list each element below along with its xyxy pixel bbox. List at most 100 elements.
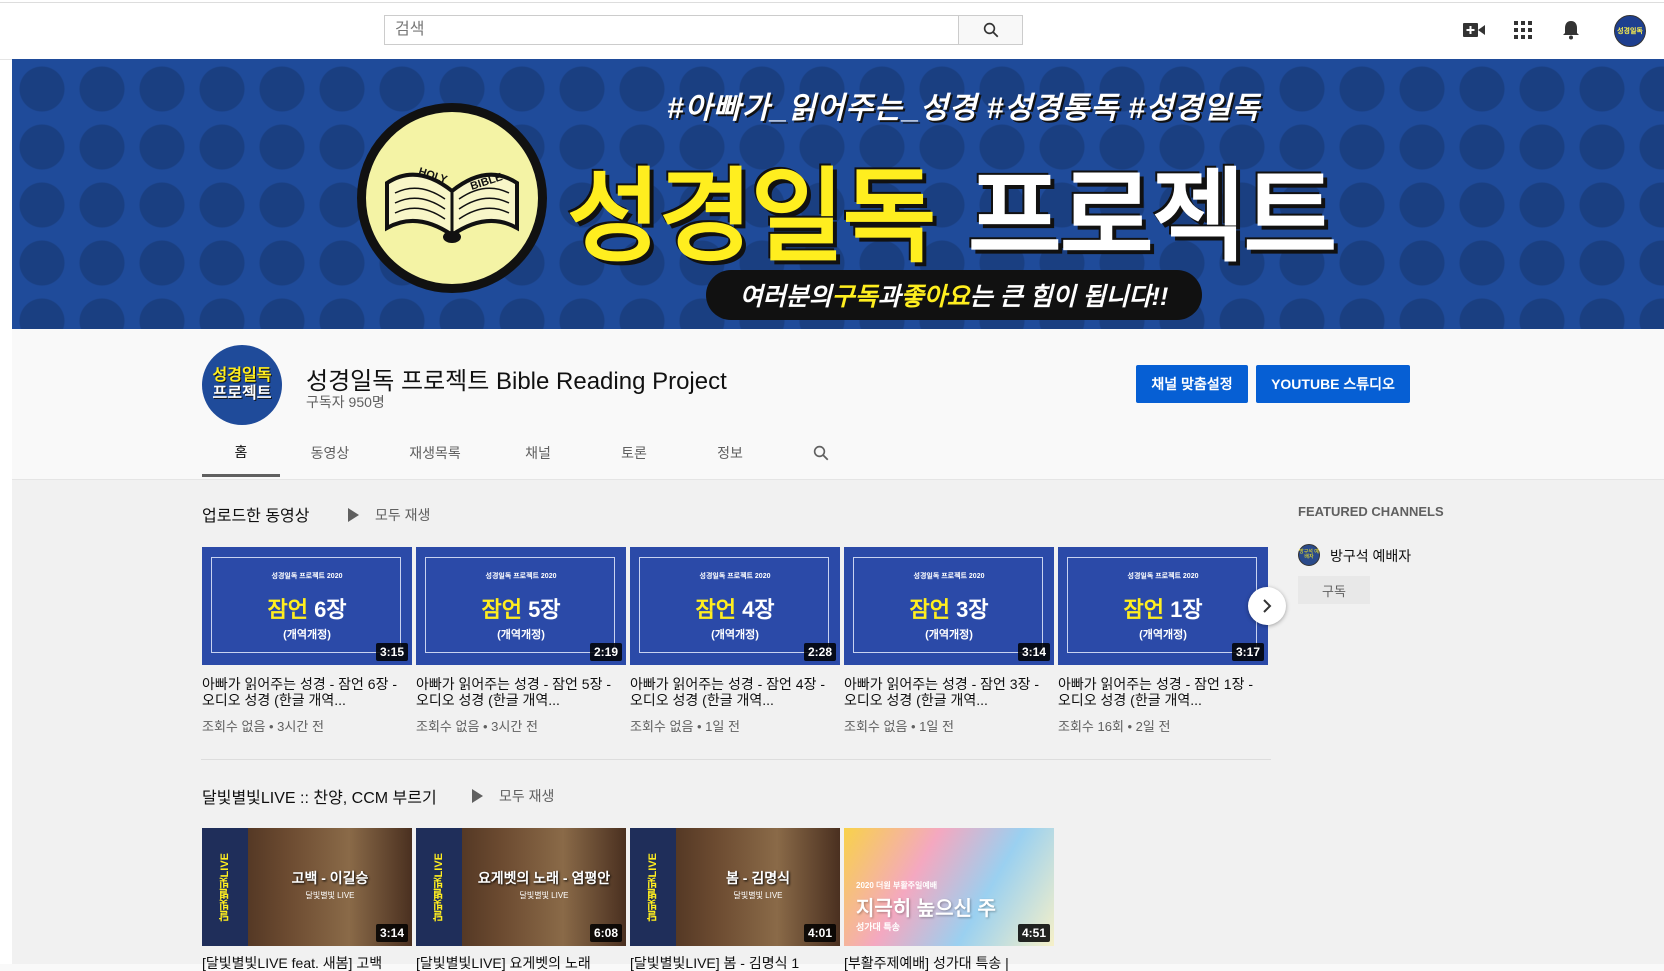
search-box[interactable]	[384, 15, 959, 45]
video-title[interactable]: 아빠가 읽어주는 성경 - 잠언 3장 - 오디오 성경 (한글 개역...	[844, 676, 1044, 708]
channel-avatar[interactable]: 성경일독 프로젝트	[202, 345, 282, 425]
video-thumbnail[interactable]: 성경일독 프로젝트 2020 잠언 1장 (개역개정) 3:17	[1058, 547, 1268, 665]
live-play-all[interactable]: 모두 재생	[472, 786, 554, 806]
tab-home[interactable]: 홈	[202, 429, 280, 477]
uploads-play-all-label: 모두 재생	[375, 507, 431, 523]
tab-discussion[interactable]: 토론	[586, 429, 682, 477]
thumb-subtitle: (개역개정)	[283, 629, 331, 641]
video-duration: 4:01	[803, 924, 836, 942]
thumb-chapter: 5장	[528, 597, 561, 622]
thumb-side-banner: 달빛별빛LIVE	[416, 828, 462, 946]
thumb-chapter: 1장	[1170, 597, 1203, 622]
thumb-song-sub: 달빛별빛 LIVE	[733, 891, 783, 900]
bible-book-icon: HOLY BIBLE	[357, 103, 547, 293]
channel-search-tab[interactable]	[778, 429, 864, 477]
tab-playlists[interactable]: 재생목록	[380, 429, 490, 477]
play-icon	[472, 789, 483, 803]
featured-channels-title: FEATURED CHANNELS	[1298, 504, 1444, 519]
video-thumbnail[interactable]: 성경일독 프로젝트 2020 잠언 4장 (개역개정) 2:28	[630, 547, 840, 665]
channel-header: 성경일독 프로젝트 성경일독 프로젝트 Bible Reading Project…	[12, 329, 1664, 479]
video-title[interactable]: [달빛별빛LIVE] 봄 - 김명식 1	[630, 955, 830, 971]
search-button[interactable]	[959, 15, 1023, 45]
thumb-song-sub: 달빛별빛 LIVE	[519, 891, 569, 900]
search-input[interactable]	[385, 16, 958, 44]
shelf-next-button[interactable]	[1248, 587, 1286, 625]
video-title[interactable]: 아빠가 읽어주는 성경 - 잠언 1장 - 오디오 성경 (한글 개역...	[1058, 676, 1258, 708]
featured-avatar-text: 방구석 예배자	[1299, 549, 1319, 560]
video-duration: 3:15	[375, 643, 408, 661]
thumb-book: 잠언	[267, 597, 308, 622]
tab-videos[interactable]: 동영상	[280, 429, 380, 477]
video-meta: 조회수 없음 • 3시간 전	[416, 719, 538, 734]
youtube-studio-button[interactable]: YOUTUBE 스튜디오	[1256, 365, 1410, 403]
video-thumbnail[interactable]: 달빛별빛LIVE 봄 - 김명식 달빛별빛 LIVE 4:01	[630, 828, 840, 946]
thumb-subtitle: (개역개정)	[925, 629, 973, 641]
thumb-subtitle: (개역개정)	[711, 629, 759, 641]
video-thumbnail[interactable]: 성경일독 프로젝트 2020 잠언 5장 (개역개정) 2:19	[416, 547, 626, 665]
thumb-song-sub: 성가대 특송	[856, 922, 900, 932]
thumb-chapter: 6장	[314, 597, 347, 622]
video-title[interactable]: [달빛별빛LIVE feat. 새봄] 고백	[202, 955, 402, 971]
customize-channel-button[interactable]: 채널 맞춤설정	[1136, 365, 1248, 403]
thumb-subtitle: (개역개정)	[497, 629, 545, 641]
thumb-header: 성경일독 프로젝트 2020	[271, 573, 343, 580]
video-thumbnail[interactable]: 2020 더원 부활주일예배 지극히 높으신 주 성가대 특송 4:51	[844, 828, 1054, 946]
featured-subscribe-button[interactable]: 구독	[1298, 576, 1370, 604]
apps-grid-icon[interactable]	[1511, 18, 1535, 42]
tab-channels[interactable]: 채널	[490, 429, 586, 477]
video-title[interactable]: 아빠가 읽어주는 성경 - 잠언 6장 - 오디오 성경 (한글 개역...	[202, 676, 402, 708]
video-duration: 6:08	[589, 924, 622, 942]
featured-channel-avatar[interactable]: 방구석 예배자	[1298, 544, 1320, 566]
video-title[interactable]: 아빠가 읽어주는 성경 - 잠언 4장 - 오디오 성경 (한글 개역...	[630, 676, 830, 708]
video-duration: 4:51	[1017, 924, 1050, 942]
uploads-shelf-title[interactable]: 업로드한 동영상	[202, 502, 310, 526]
account-avatar[interactable]: 성경일독	[1614, 15, 1646, 47]
thumb-title: 잠언 1장	[1058, 592, 1268, 624]
video-meta: 조회수 없음 • 3시간 전	[202, 719, 324, 734]
video-title[interactable]: 아빠가 읽어주는 성경 - 잠언 5장 - 오디오 성경 (한글 개역...	[416, 676, 616, 708]
video-title[interactable]: [부활주제예배] 성가대 특송 |	[844, 955, 1044, 971]
shelf-divider	[201, 759, 1271, 760]
video-thumbnail[interactable]: 성경일독 프로젝트 2020 잠언 3장 (개역개정) 3:14	[844, 547, 1054, 665]
subscriber-count: 구독자 950명	[306, 394, 385, 410]
thumb-chapter: 4장	[742, 597, 775, 622]
live-shelf-title[interactable]: 달빛별빛LIVE :: 찬양, CCM 부르기	[202, 784, 437, 808]
side-line1: 달빛별빛LIVE	[218, 852, 231, 922]
search-icon	[813, 445, 829, 461]
banner-hashtags: #아빠가_읽어주는_성경 #성경통독 #성경일독	[667, 92, 1261, 125]
video-thumbnail[interactable]: 달빛별빛LIVE 요게벳의 노래 - 염평안 달빛별빛 LIVE 6:08	[416, 828, 626, 946]
channel-avatar-line2: 프로젝트	[212, 385, 272, 402]
side-line1: 달빛별빛LIVE	[432, 852, 445, 922]
channel-tabs: 홈 동영상 재생목록 채널 토론 정보	[202, 429, 864, 479]
banner-msg-2: 과	[877, 283, 901, 311]
thumb-book: 잠언	[481, 597, 522, 622]
featured-channel-name[interactable]: 방구석 예배자	[1330, 546, 1411, 566]
thumb-title: 잠언 6장	[202, 592, 412, 624]
thumb-song-title: 요게벳의 노래 - 염평안	[477, 870, 611, 886]
thumb-header: 성경일독 프로젝트 2020	[699, 573, 771, 580]
thumb-song-sub: 달빛별빛 LIVE	[305, 891, 355, 900]
banner-title-white: 프로젝트	[967, 158, 1337, 277]
video-thumbnail[interactable]: 달빛별빛LIVE 고백 - 이길승 달빛별빛 LIVE 3:14	[202, 828, 412, 946]
thumb-header: 성경일독 프로젝트 2020	[485, 573, 557, 580]
thumb-side-banner: 달빛별빛LIVE	[202, 828, 248, 946]
play-icon	[348, 508, 359, 522]
side-line1: 달빛별빛LIVE	[646, 852, 659, 922]
video-title[interactable]: [달빛별빛LIVE] 요게벳의 노래	[416, 955, 616, 971]
banner-title-yellow: 성경일독	[567, 158, 936, 277]
notifications-bell-icon[interactable]	[1559, 18, 1583, 42]
channel-avatar-line1: 성경일독	[212, 367, 272, 384]
banner-msg-subscribe: 구독	[831, 283, 878, 311]
create-video-icon[interactable]	[1462, 18, 1486, 42]
uploads-play-all[interactable]: 모두 재생	[348, 505, 430, 525]
video-duration: 2:19	[589, 643, 622, 661]
channel-name: 성경일독 프로젝트 Bible Reading Project	[306, 368, 727, 395]
video-meta: 조회수 없음 • 1일 전	[844, 719, 954, 734]
thumb-song-title: 지극히 높으신 주	[856, 898, 996, 920]
video-thumbnail[interactable]: 성경일독 프로젝트 2020 잠언 6장 (개역개정) 3:15	[202, 547, 412, 665]
thumb-book: 잠언	[695, 597, 736, 622]
tab-about[interactable]: 정보	[682, 429, 778, 477]
video-duration: 3:14	[1017, 643, 1050, 661]
thumb-side-banner: 달빛별빛LIVE	[630, 828, 676, 946]
thumb-book: 잠언	[1123, 597, 1164, 622]
